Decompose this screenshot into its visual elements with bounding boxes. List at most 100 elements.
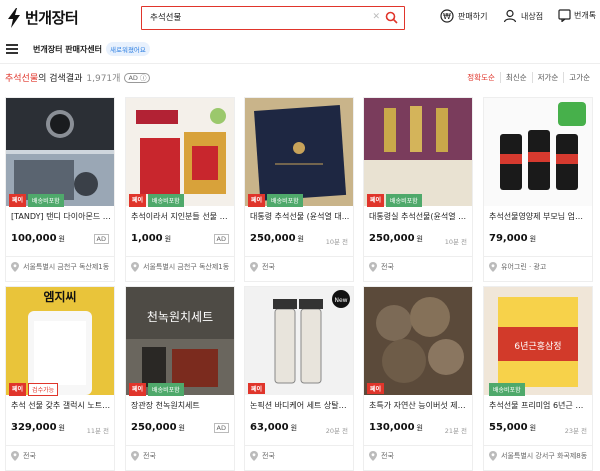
product-title[interactable]: 추석선물 프리미엄 6년근 홍... (489, 400, 589, 411)
svg-text:엠지씨: 엠지씨 (43, 289, 76, 304)
pay-badge: 페이 (129, 194, 147, 207)
divider (364, 256, 472, 257)
product-card[interactable]: 6년근홍삼정 배송비포함 추석선물 프리미엄 6년근 홍... 55,000 원 23분 … (483, 286, 593, 471)
product-title[interactable]: 추석선물영양제 부모님 엄마 ... (489, 211, 589, 222)
location-text: 전국 (143, 452, 156, 460)
product-title[interactable]: 추석이라서 지인분들 선물 드... (131, 211, 231, 222)
chat-icon (558, 9, 571, 22)
divider (364, 445, 472, 446)
location-pin-icon (131, 451, 139, 461)
product-card[interactable]: 페이 배송비포함 [TANDY] 탠디 다이아몬드 메... 100,000 원 AD 서울… (5, 97, 115, 282)
product-title[interactable]: [TANDY] 탠디 다이아몬드 메... (11, 211, 111, 222)
product-price: 55,000 원 (489, 422, 536, 433)
seller-center-link[interactable]: 번개장터 판매자센터 (33, 44, 102, 55)
shipping-badge: 배송비포함 (148, 383, 184, 396)
product-title[interactable]: 초특가 자연산 능이버섯 제철 ... (369, 400, 469, 411)
location-pin-icon (11, 262, 19, 272)
sort-low-price[interactable]: 저가순 (531, 72, 564, 83)
product-card[interactable]: 페이 배송비포함 대통령실 추석선물(윤석열 대... 250,000 원 10분 전 전국 (363, 97, 473, 282)
location-pin-icon (250, 451, 258, 461)
product-price: 250,000 원 (131, 422, 185, 433)
product-image[interactable]: New (245, 287, 353, 395)
currency-unit: 원 (58, 424, 65, 432)
pay-badge: 페이 (9, 194, 27, 207)
logo[interactable]: 번개장터 (6, 7, 79, 28)
sort-high-price[interactable]: 고가순 (563, 72, 595, 83)
product-location: 서울특별시 강서구 화곡제8동 (489, 451, 589, 461)
product-image[interactable] (245, 98, 353, 206)
location-pin-icon (11, 451, 19, 461)
shipping-badge: 배송비포함 (489, 383, 525, 396)
location-text: 서울특별시 금천구 독산제1동 (143, 263, 230, 271)
sort-accuracy[interactable]: 정확도순 (462, 72, 500, 83)
svg-text:₩: ₩ (443, 12, 451, 21)
result-suffix: 의 검색결과 (38, 74, 83, 84)
product-image[interactable] (126, 98, 234, 206)
price-value: 329,000 (11, 422, 57, 433)
sort-latest[interactable]: 최신순 (499, 72, 532, 83)
sell-button[interactable]: ₩ 판매하기 (440, 9, 487, 23)
menu-icon[interactable] (6, 44, 18, 54)
location-pin-icon (489, 262, 497, 272)
product-card[interactable]: New 페이 논픽션 바디케어 세트 상탈크... 63,000 원 20분 전 전국 (244, 286, 354, 471)
posted-time: 11분 전 (86, 427, 109, 435)
product-title[interactable]: 대통령 추석선물 (윤석열 대... (250, 211, 350, 222)
product-card[interactable]: 천녹원치세트 페이 배송비포함 장관장 천녹원치세트 250,000 원 AD 전국 (125, 286, 235, 471)
lightning-logo-icon (8, 7, 20, 28)
my-store-button[interactable]: 내상점 (503, 9, 543, 23)
svg-text:천녹원치세트: 천녹원치세트 (147, 309, 213, 324)
svg-text:New: New (334, 297, 347, 304)
product-title[interactable]: 추석 선물 갖추 갤럭시 노트 2... (11, 400, 111, 411)
product-image[interactable]: 엠지씨 (6, 287, 114, 395)
new-badge: 새로워졌어요 (106, 42, 150, 56)
product-title[interactable]: 장관장 천녹원치세트 (131, 400, 231, 411)
divider (6, 256, 114, 257)
shipping-badge: 검수가능 (28, 383, 59, 396)
location-pin-icon (131, 262, 139, 272)
product-image[interactable] (364, 287, 472, 395)
product-location: 서울특별시 금천구 독산제1동 (131, 262, 231, 272)
product-title[interactable]: 논픽션 바디케어 세트 상탈크... (250, 400, 350, 411)
chat-button[interactable]: 번개톡 (558, 9, 596, 22)
currency-unit: 원 (164, 235, 172, 243)
result-summary: 추석선물 의 검색결과 1,971개 AD ⓘ (5, 71, 151, 84)
ad-info-badge[interactable]: AD ⓘ (124, 72, 151, 83)
divider (484, 445, 592, 446)
product-card[interactable]: 페이 배송비포함 추석이라서 지인분들 선물 드... 1,000 원 AD 서울특별시 금… (125, 97, 235, 282)
price-value: 63,000 (250, 422, 289, 433)
product-card[interactable]: 엠지씨 페이 검수가능 추석 선물 갖추 갤럭시 노트 2... 329,000 원 11분… (5, 286, 115, 471)
product-title[interactable]: 대통령실 추석선물(윤석열 대... (369, 211, 469, 222)
product-image[interactable] (364, 98, 472, 206)
location-text: 전국 (381, 263, 394, 271)
shipping-badge: 배송비포함 (386, 194, 422, 207)
product-price: 63,000 원 (250, 422, 297, 433)
result-count: 1,971개 (86, 74, 121, 84)
product-image[interactable] (6, 98, 114, 206)
search-icon[interactable] (385, 11, 398, 24)
posted-time: 10분 전 (444, 238, 467, 246)
result-keyword: 추석선물 (5, 74, 39, 84)
product-location: 전국 (11, 451, 111, 461)
price-value: 55,000 (489, 422, 528, 433)
ad-tag: AD (93, 234, 109, 244)
product-image[interactable] (484, 98, 592, 206)
product-card[interactable]: 페이 초특가 자연산 능이버섯 제철 ... 130,000 원 21분 전 전국 (363, 286, 473, 471)
location-pin-icon (250, 262, 258, 272)
badges: 페이 (367, 383, 385, 394)
currency-unit: 원 (290, 424, 298, 432)
product-card[interactable]: 페이 배송비포함 대통령 추석선물 (윤석열 대... 250,000 원 10분 전 전국 (244, 97, 354, 282)
price-value: 100,000 (11, 233, 57, 244)
badges: 페이 배송비포함 (9, 194, 64, 207)
currency-unit: 원 (178, 424, 185, 432)
clear-icon[interactable]: ✕ (372, 12, 380, 22)
product-card[interactable]: 추석선물영양제 부모님 엄마 ... 79,000 원 유어그린 · 광고 (483, 97, 593, 282)
product-image[interactable]: 천녹원치세트 (126, 287, 234, 395)
search-input[interactable] (150, 12, 360, 22)
product-price: 1,000 원 (131, 233, 171, 244)
search-bar[interactable]: ✕ (141, 6, 405, 30)
product-image[interactable]: 6년근홍삼정 (484, 287, 592, 395)
product-price: 329,000 원 (11, 422, 65, 433)
shipping-badge: 배송비포함 (267, 194, 303, 207)
product-location: 전국 (131, 451, 231, 461)
product-price: 130,000 원 (369, 422, 423, 433)
